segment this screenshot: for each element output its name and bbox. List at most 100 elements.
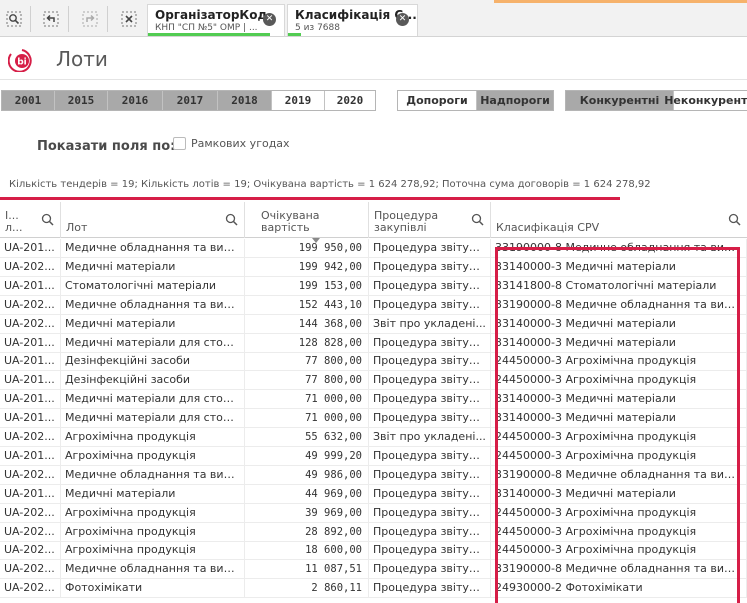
table-row[interactable]: UA-201... Медичні матеріали для стомат...…: [0, 333, 747, 353]
step-forward-icon[interactable]: [79, 9, 101, 29]
years-option-2020[interactable]: 2020: [325, 91, 375, 110]
table-row[interactable]: UA-202... Медичні матеріали 199 942,00 Проц…: [0, 257, 747, 277]
search-icon[interactable]: [471, 213, 484, 226]
cell-value[interactable]: 49 986,00: [245, 465, 369, 485]
cell-value[interactable]: 11 087,51: [245, 560, 369, 580]
cell-procedure[interactable]: Процедура звітува...: [369, 541, 491, 561]
smart-search-icon[interactable]: [3, 9, 25, 29]
cell-id[interactable]: UA-201...: [0, 276, 61, 296]
cell-lot[interactable]: Медичні матеріали: [61, 484, 245, 504]
cell-value[interactable]: 49 999,20: [245, 446, 369, 466]
cell-procedure[interactable]: Процедура звітува...: [369, 409, 491, 429]
cell-lot[interactable]: Медичні матеріали для стомат...: [61, 409, 245, 429]
years-option-2018[interactable]: 2018: [218, 91, 272, 110]
cell-procedure[interactable]: Процедура звітува...: [369, 333, 491, 353]
cell-value[interactable]: 128 828,00: [245, 333, 369, 353]
framework-agreements-checkbox[interactable]: [173, 137, 186, 150]
cell-value[interactable]: 77 800,00: [245, 371, 369, 391]
table-row[interactable]: UA-201... Дезінфекційні засоби 77 800,00 Пр…: [0, 352, 747, 372]
cell-value[interactable]: 199 942,00: [245, 257, 369, 277]
cell-lot[interactable]: Медичне обладнання та вироб...: [61, 295, 245, 315]
table-row[interactable]: UA-202... Агрохімічна продукція 18 600,00 П…: [0, 541, 747, 561]
cell-value[interactable]: 18 600,00: [245, 541, 369, 561]
cell-value[interactable]: 199 950,00: [245, 239, 369, 258]
cell-cpv[interactable]: 33190000-8 Медичне обладнання та вироб..…: [491, 560, 747, 580]
cell-id[interactable]: UA-202...: [0, 428, 61, 447]
cell-procedure[interactable]: Процедура звітува...: [369, 352, 491, 372]
cell-cpv[interactable]: 33190000-8 Медичне обладнання та вироб..…: [491, 295, 747, 315]
column-header-value[interactable]: Очікувана вартість: [245, 202, 369, 238]
threshold-option-Допороги[interactable]: Допороги: [398, 91, 477, 110]
years-option-2016[interactable]: 2016: [108, 91, 163, 110]
cell-procedure[interactable]: Процедура звітува...: [369, 371, 491, 391]
cell-id[interactable]: UA-201...: [0, 352, 61, 372]
table-row[interactable]: UA-202... Медичне обладнання та вироб... 1…: [0, 295, 747, 315]
cell-id[interactable]: UA-201...: [0, 484, 61, 504]
table-row[interactable]: UA-201... Стоматологічні матеріали 199 153…: [0, 276, 747, 296]
cell-id[interactable]: UA-202...: [0, 314, 61, 334]
cell-value[interactable]: 71 000,00: [245, 409, 369, 429]
cell-procedure[interactable]: Процедура звітува...: [369, 503, 491, 523]
table-row[interactable]: UA-202... Медичне обладнання та вироб... 4…: [0, 465, 747, 485]
table-row[interactable]: UA-202... Фотохімікати 2 860,11 Процедура з…: [0, 579, 747, 599]
cell-cpv[interactable]: 24450000-3 Агрохімічна продукція: [491, 428, 747, 447]
competition-option-Неконкурентні[interactable]: Неконкурентні: [664, 91, 747, 110]
cell-lot[interactable]: Фотохімікати: [61, 579, 245, 599]
cell-procedure[interactable]: Процедура звітува...: [369, 522, 491, 542]
column-header-lot[interactable]: Лот: [61, 202, 245, 238]
cell-lot[interactable]: Агрохімічна продукція: [61, 522, 245, 542]
table-row[interactable]: UA-202... Медичні матеріали 144 368,00 Звіт…: [0, 314, 747, 334]
cell-lot[interactable]: Медичні матеріали для стомат...: [61, 333, 245, 353]
cell-value[interactable]: 71 000,00: [245, 390, 369, 410]
cell-procedure[interactable]: Процедура звітува...: [369, 276, 491, 296]
clear-selections-icon[interactable]: [118, 9, 140, 29]
table-row[interactable]: UA-201... Агрохімічна продукція 49 999,20 П…: [0, 446, 747, 466]
table-row[interactable]: UA-201... Медичні матеріали для стомат...…: [0, 390, 747, 410]
cell-procedure[interactable]: Процедура звітува...: [369, 484, 491, 504]
cell-lot[interactable]: Агрохімічна продукція: [61, 428, 245, 447]
cell-lot[interactable]: Медичні матеріали: [61, 314, 245, 334]
cell-cpv[interactable]: 24450000-3 Агрохімічна продукція: [491, 352, 747, 372]
cell-lot[interactable]: Медичні матеріали: [61, 257, 245, 277]
cell-value[interactable]: 55 632,00: [245, 428, 369, 447]
cell-value[interactable]: 144 368,00: [245, 314, 369, 334]
cell-value[interactable]: 28 892,00: [245, 522, 369, 542]
cell-id[interactable]: UA-202...: [0, 560, 61, 580]
table-row[interactable]: UA-201... Медичні матеріали для стомат...…: [0, 409, 747, 429]
step-back-icon[interactable]: [40, 9, 62, 29]
search-icon[interactable]: [225, 213, 238, 226]
cell-cpv[interactable]: 24450000-3 Агрохімічна продукція: [491, 446, 747, 466]
years-option-2001[interactable]: 2001: [2, 91, 55, 110]
close-icon[interactable]: ✕: [396, 13, 409, 26]
cell-cpv[interactable]: 33140000-3 Медичні матеріали: [491, 314, 747, 334]
cell-value[interactable]: 44 969,00: [245, 484, 369, 504]
cell-lot[interactable]: Стоматологічні матеріали: [61, 276, 245, 296]
cell-value[interactable]: 2 860,11: [245, 579, 369, 599]
cell-id[interactable]: UA-201...: [0, 409, 61, 429]
cell-id[interactable]: UA-202...: [0, 503, 61, 523]
selection-chip-cpv[interactable]: Класифікація С... 5 из 7688 ✕: [287, 4, 418, 36]
cell-value[interactable]: 152 443,10: [245, 295, 369, 315]
cell-lot[interactable]: Дезінфекційні засоби: [61, 371, 245, 391]
cell-cpv[interactable]: 33140000-3 Медичні матеріали: [491, 333, 747, 353]
cell-id[interactable]: UA-201...: [0, 333, 61, 353]
table-row[interactable]: UA-202... Агрохімічна продукція 28 892,00 П…: [0, 522, 747, 542]
cell-cpv[interactable]: 24450000-3 Агрохімічна продукція: [491, 503, 747, 523]
selection-chip-organizer[interactable]: ОрганізаторКод КНП "СП №5" ОМР | ... ✕: [147, 4, 285, 36]
table-row[interactable]: UA-201... Дезінфекційні засоби 77 800,00 Пр…: [0, 371, 747, 391]
cell-id[interactable]: UA-202...: [0, 541, 61, 561]
cell-id[interactable]: UA-202...: [0, 522, 61, 542]
cell-cpv[interactable]: 33190000-8 Медичне обладнання та вироб..…: [491, 465, 747, 485]
cell-cpv[interactable]: 24450000-3 Агрохімічна продукція: [491, 541, 747, 561]
cell-id[interactable]: UA-202...: [0, 295, 61, 315]
cell-procedure[interactable]: Звіт про укладені...: [369, 428, 491, 447]
cell-id[interactable]: UA-201...: [0, 239, 61, 258]
cell-id[interactable]: UA-202...: [0, 579, 61, 599]
cell-value[interactable]: 199 153,00: [245, 276, 369, 296]
cell-id[interactable]: UA-201...: [0, 390, 61, 410]
cell-procedure[interactable]: Звіт про укладені...: [369, 314, 491, 334]
cell-lot[interactable]: Агрохімічна продукція: [61, 541, 245, 561]
years-option-2019[interactable]: 2019: [272, 91, 325, 110]
competition-option-Конкурентні[interactable]: Конкурентні: [566, 91, 674, 110]
search-icon[interactable]: [728, 213, 741, 226]
